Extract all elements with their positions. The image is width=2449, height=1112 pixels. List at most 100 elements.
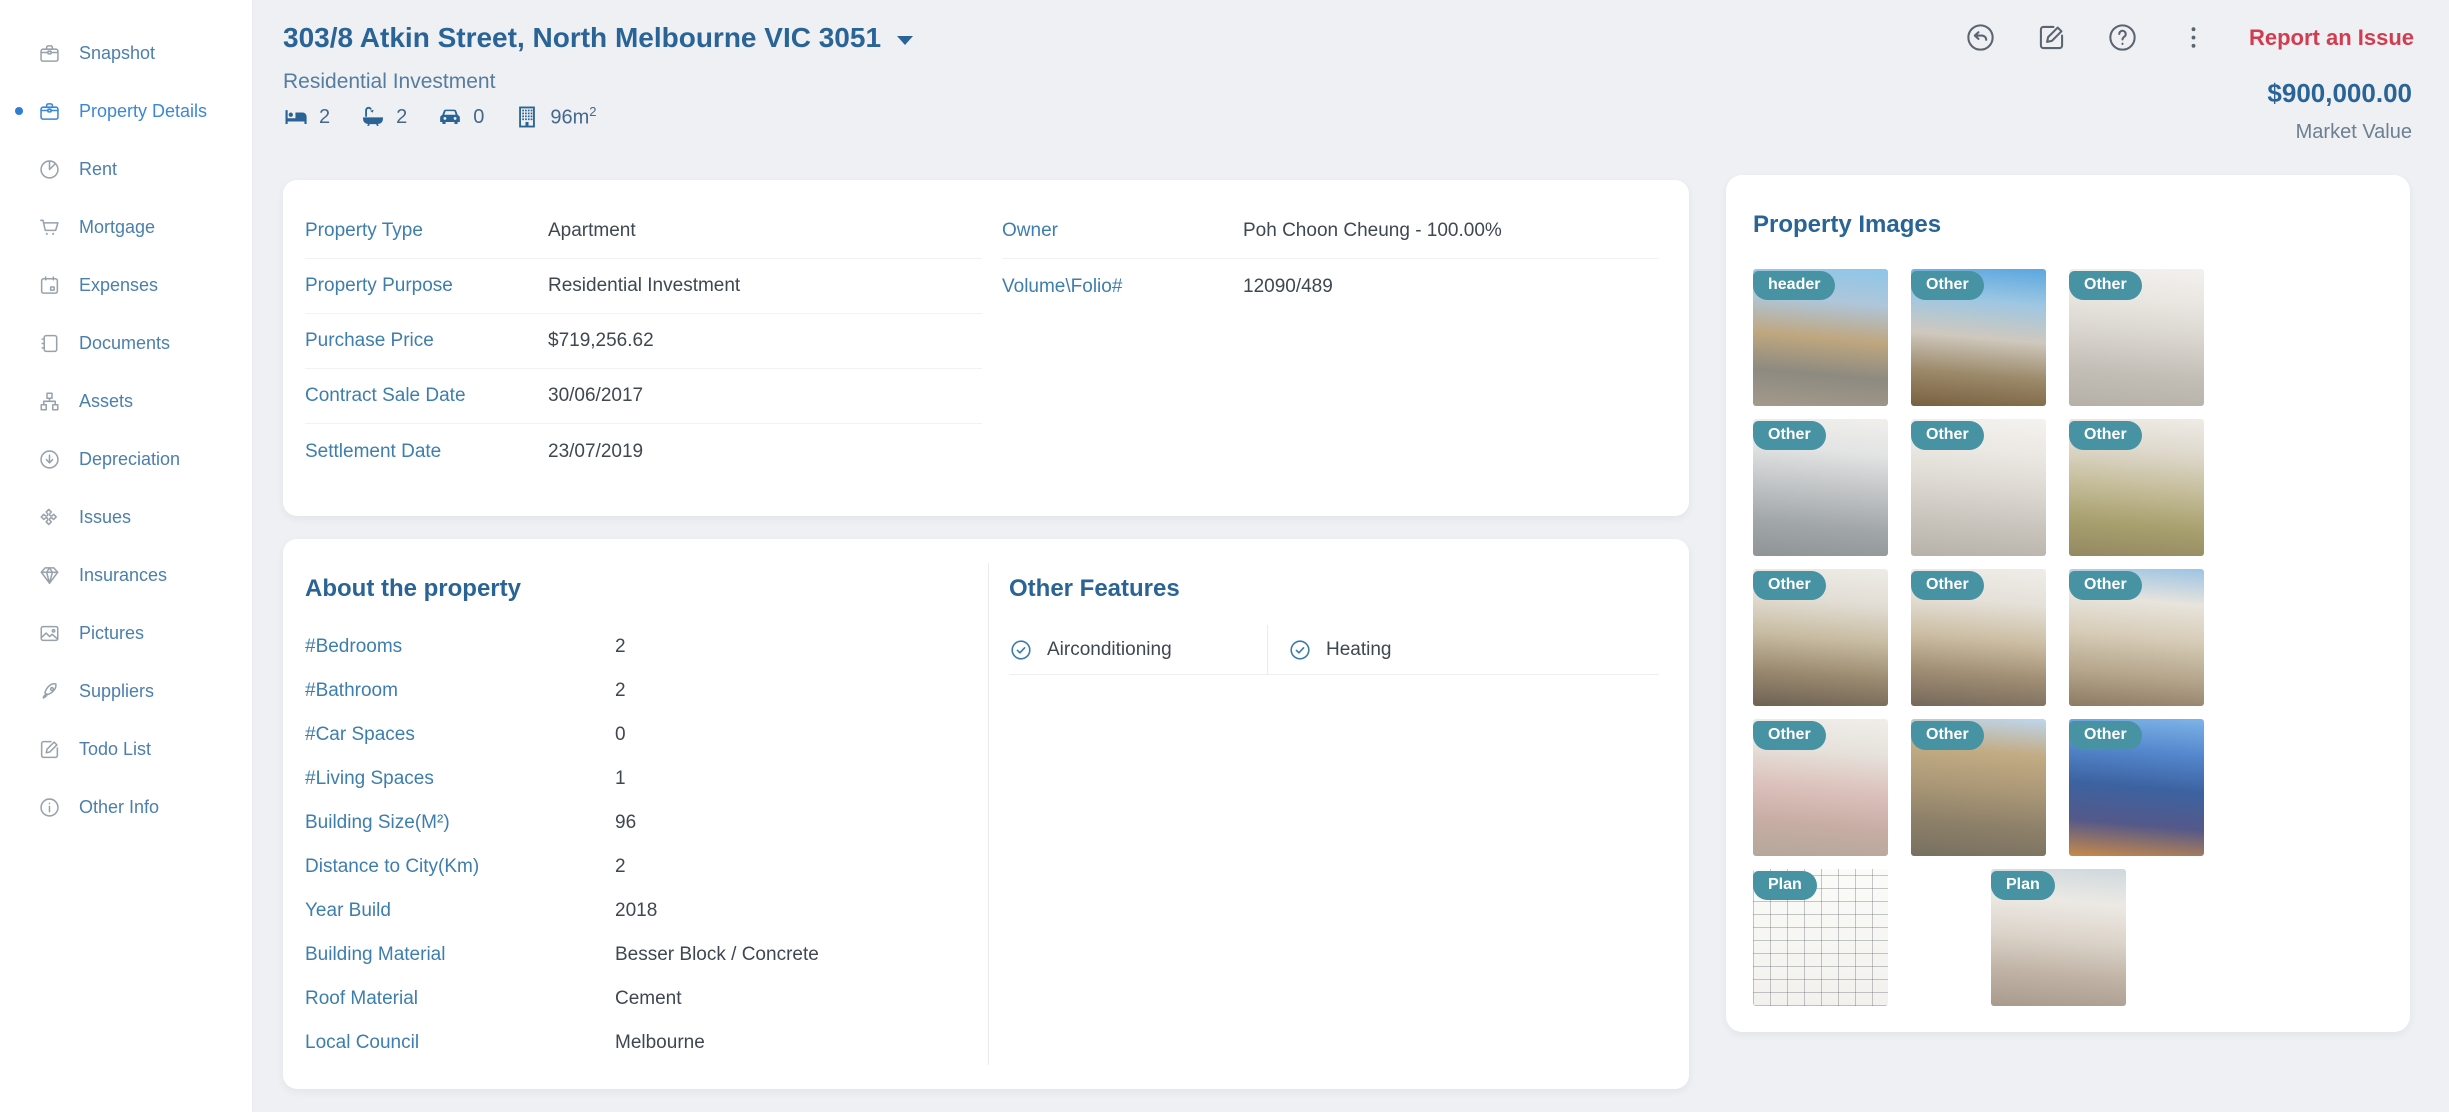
image-type-badge: Other [2069,571,2142,600]
detail-label: Property Type [305,220,423,241]
bed-icon [283,104,309,130]
about-row-distance-to-city-km: Distance to City(Km) 2 [305,845,964,889]
property-image-living-room-balcony[interactable]: Plan [1991,869,2126,1006]
sitemap-icon [38,390,62,413]
property-image-balcony-street-view[interactable]: Other [1911,269,2046,406]
stat-bed: 2 [283,104,330,130]
active-indicator-dot [15,107,23,115]
arrow-down-circle-icon [38,448,62,471]
detail-label: Owner [1002,220,1058,241]
about-row-local-council: Local Council Melbourne [305,1021,964,1065]
about-value: Melbourne [615,1032,705,1053]
report-an-issue-link[interactable]: Report an Issue [2249,25,2414,51]
sidebar-item-label: Depreciation [79,448,181,469]
property-image-kitchen-galley[interactable]: Other [1911,569,2046,706]
image-row: Other Other Other [1753,719,2386,856]
property-image-bedroom-second[interactable]: Other [2069,419,2204,556]
about-label: #Bedrooms [305,636,403,657]
image-row: header Other Other [1753,269,2386,406]
edit-button[interactable] [2036,22,2067,53]
detail-row-owner: Owner Poh Choon Cheung - 100.00% [1002,204,1659,259]
help-button[interactable] [2107,22,2138,53]
back-button[interactable] [1965,22,1996,53]
image-type-badge: Other [1753,721,1826,750]
detail-row-contract-sale-date: Contract Sale Date 30/06/2017 [305,369,982,424]
property-image-building-exterior-dusk[interactable]: Other [2069,719,2204,856]
detail-value: 30/06/2017 [548,385,644,406]
about-value: 96 [615,812,637,833]
briefcase-icon [38,42,62,65]
sidebar-item-documents[interactable]: Documents [0,314,252,372]
property-image-building-facade[interactable]: Other [1911,719,2046,856]
property-images-grid: header Other Other Other Other Other Other Othe… [1753,269,2386,1006]
about-label: #Living Spaces [305,768,434,789]
sidebar-item-assets[interactable]: Assets [0,372,252,430]
property-image-bathroom-shower[interactable]: Other [2069,269,2204,406]
property-image-living-dining-area[interactable]: Other [1753,719,1888,856]
kebab-icon [2178,22,2209,53]
property-details-card: Property Type Apartment Property Purpose Re… [283,180,1689,516]
image-type-badge: Other [1911,721,1984,750]
sidebar-item-suppliers[interactable]: Suppliers [0,662,252,720]
sidebar-item-depreciation[interactable]: Depreciation [0,430,252,488]
about-title: About the property [305,575,521,602]
sidebar-item-rent[interactable]: Rent [0,140,252,198]
details-left-column: Property Type Apartment Property Purpose Re… [305,204,982,492]
rocket-icon [38,680,62,703]
sidebar-item-todo-list[interactable]: Todo List [0,720,252,778]
sidebar-item-other-info[interactable]: Other Info [0,778,252,836]
about-row-car-spaces: #Car Spaces 0 [305,713,964,757]
info-circle-icon [38,796,62,819]
about-row-roof-material: Roof Material Cement [305,977,964,1021]
sidebar-item-snapshot[interactable]: Snapshot [0,24,252,82]
image-icon [38,622,62,645]
about-rows: #Bedrooms 2 #Bathroom 2 #Car Spaces 0 #Living … [305,625,964,1065]
sidebar-item-mortgage[interactable]: Mortgage [0,198,252,256]
stat-value: 0 [473,105,485,128]
image-row: Other Other Other [1753,569,2386,706]
sidebar-item-property-details[interactable]: Property Details [0,82,252,140]
sidebar-item-issues[interactable]: Issues [0,488,252,546]
image-type-badge: Plan [1753,871,1817,900]
building-icon [514,104,540,130]
property-images-title: Property Images [1753,211,1942,238]
notebook-icon [38,332,62,355]
about-value: 2 [615,680,626,701]
property-purpose-subtitle: Residential Investment [283,70,496,93]
property-image-bathroom-vanity[interactable]: Other [1911,419,2046,556]
about-value: 2 [615,636,626,657]
detail-value: 12090/489 [1243,275,1333,297]
sidebar-item-label: Rent [79,158,118,179]
edit-square-icon [2036,22,2067,53]
property-image-floor-plan[interactable]: Plan [1753,869,1888,1006]
feature-airconditioning: Airconditioning [1009,625,1267,675]
sidebar-item-label: Pictures [79,622,145,643]
property-image-living-room-windows[interactable]: Other [2069,569,2204,706]
detail-value: Residential Investment [548,275,741,296]
sidebar-item-expenses[interactable]: Expenses [0,256,252,314]
stat-bath: 2 [360,104,407,130]
sidebar-item-label: Insurances [79,564,168,585]
about-label: #Bathroom [305,680,398,701]
bath-icon [360,104,386,130]
sidebar-item-label: Other Info [79,796,160,817]
property-image-building-exterior-front[interactable]: header [1753,269,1888,406]
about-row-bathroom: #Bathroom 2 [305,669,964,713]
about-row-year-build: Year Build 2018 [305,889,964,933]
pie-chart-icon [38,158,62,181]
sidebar-item-pictures[interactable]: Pictures [0,604,252,662]
sidebar-item-label: Issues [79,506,132,527]
sidebar-item-insurances[interactable]: Insurances [0,546,252,604]
detail-label: Property Purpose [305,275,453,296]
more-menu-button[interactable] [2178,22,2209,53]
property-image-kitchen-island[interactable]: Other [1753,569,1888,706]
feature-label: Heating [1326,638,1392,660]
property-image-bedroom-main[interactable]: Other [1753,419,1888,556]
help-circle-icon [2107,22,2138,53]
about-label: Distance to City(Km) [305,856,480,877]
about-value: 2018 [615,900,658,921]
market-value-amount: $900,000.00 [2267,78,2412,108]
puzzle-icon [38,506,62,529]
property-title-dropdown[interactable]: 303/8 Atkin Street, North Melbourne VIC … [283,22,914,54]
about-row-building-size-m: Building Size(M²) 96 [305,801,964,845]
